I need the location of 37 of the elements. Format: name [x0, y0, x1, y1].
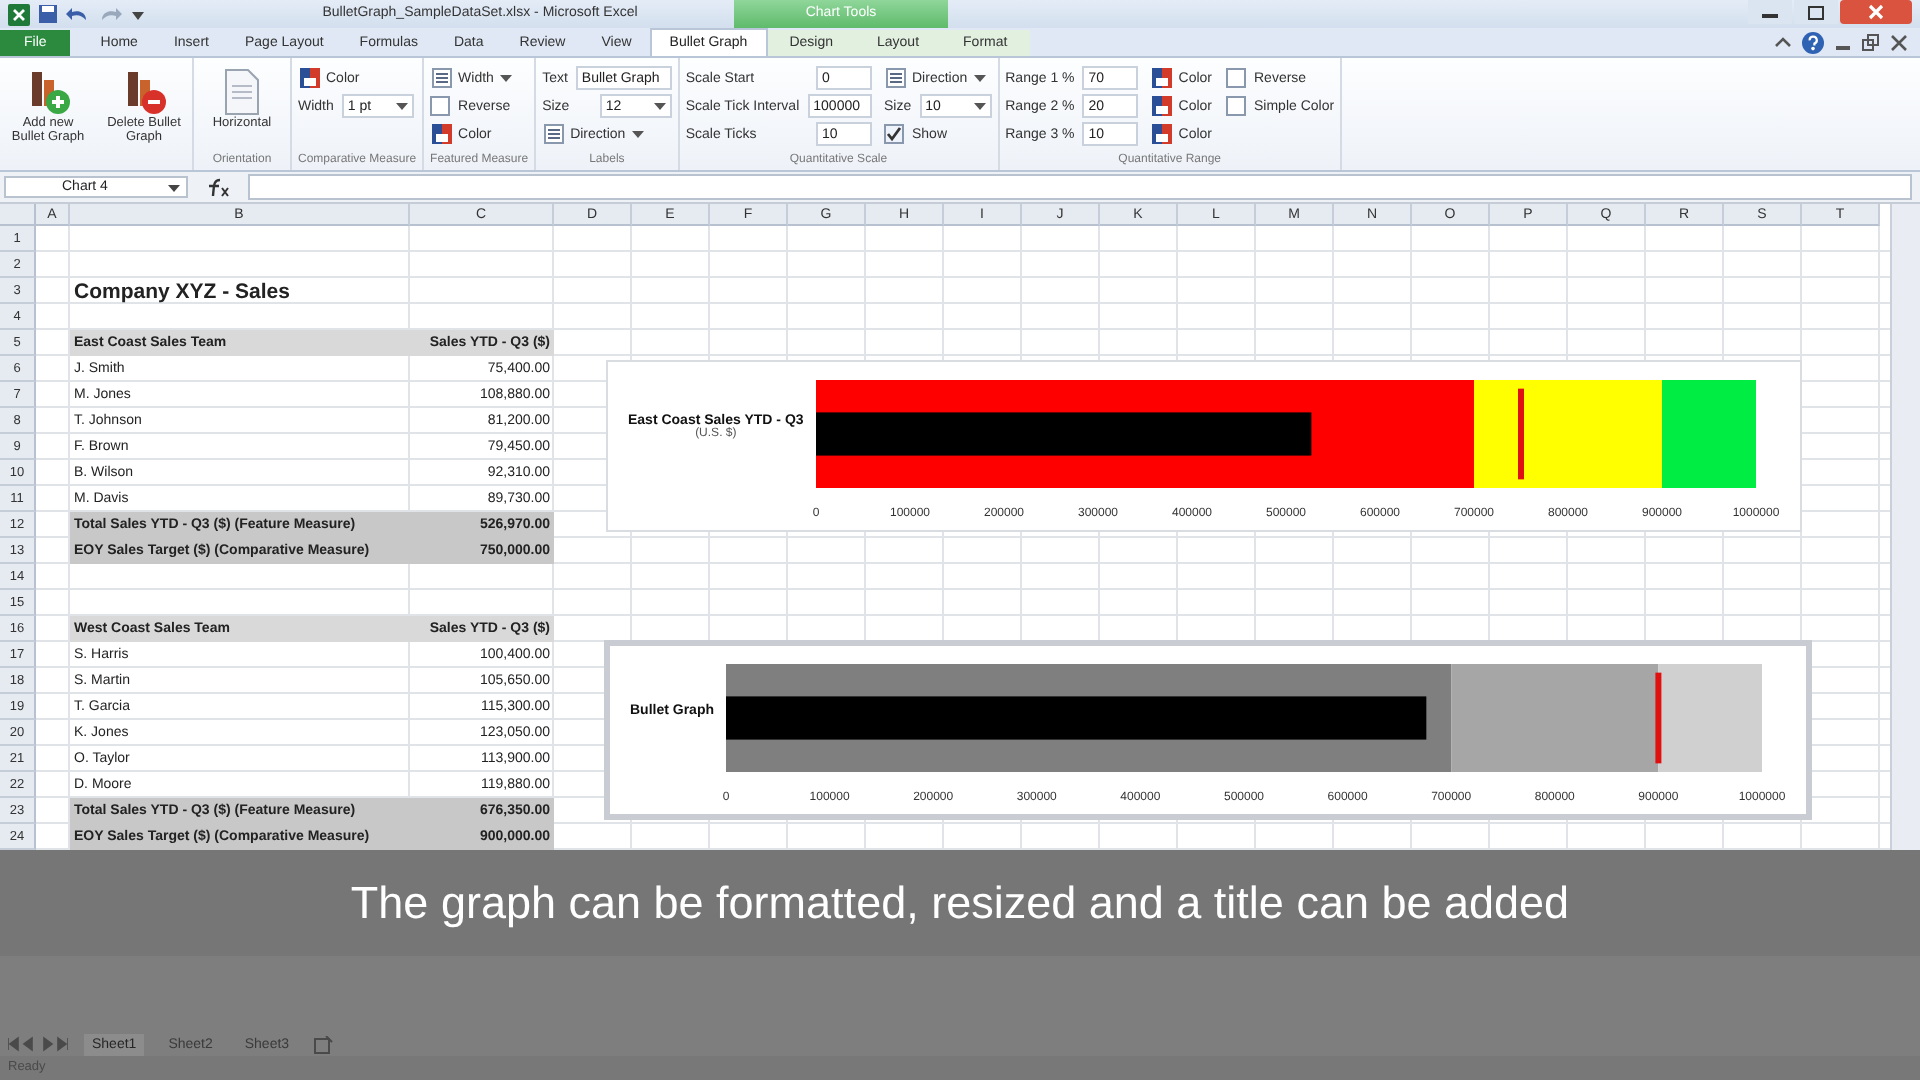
minimize-icon[interactable]	[1748, 0, 1792, 24]
lines-icon	[432, 68, 453, 88]
close-icon[interactable]	[1890, 34, 1908, 52]
target-line	[1655, 672, 1662, 764]
color-swatch-icon	[300, 68, 320, 88]
caret-icon	[499, 72, 512, 84]
save-icon[interactable]	[38, 4, 58, 24]
close-icon[interactable]	[1840, 0, 1912, 24]
caret-icon	[631, 128, 644, 140]
excel-icon[interactable]	[8, 3, 30, 25]
caret-icon	[395, 100, 408, 112]
color-swatch-icon	[1152, 124, 1173, 144]
checkbox[interactable]	[884, 124, 904, 144]
caption-text: The graph can be formatted, resized and a title can be added	[0, 850, 1920, 956]
checkbox[interactable]	[1226, 96, 1246, 116]
color-swatch-icon	[432, 124, 453, 144]
caret-icon	[973, 100, 986, 112]
target-line	[1517, 388, 1524, 480]
collapse-ribbon-icon[interactable]	[1774, 34, 1792, 52]
color-swatch-icon	[1152, 68, 1173, 88]
restore-icon[interactable]	[1862, 34, 1880, 52]
checkbox[interactable]	[430, 96, 451, 116]
caret-icon	[653, 100, 666, 112]
color-swatch-icon	[1152, 96, 1173, 116]
caret-icon	[973, 72, 986, 84]
customize-icon[interactable]	[130, 6, 146, 22]
function-icon[interactable]	[204, 177, 232, 197]
caret-icon	[168, 181, 180, 193]
lines-icon	[886, 68, 906, 88]
checkbox[interactable]	[1226, 68, 1246, 88]
lines-icon	[544, 124, 565, 144]
help-icon[interactable]	[1802, 32, 1824, 54]
undo-icon[interactable]	[66, 4, 90, 24]
maximize-icon[interactable]	[1794, 0, 1838, 24]
scroll-bar[interactable]	[1890, 204, 1920, 850]
formula-field[interactable]	[248, 174, 1912, 200]
sheet-title: Company XYZ - Sales	[74, 280, 290, 304]
